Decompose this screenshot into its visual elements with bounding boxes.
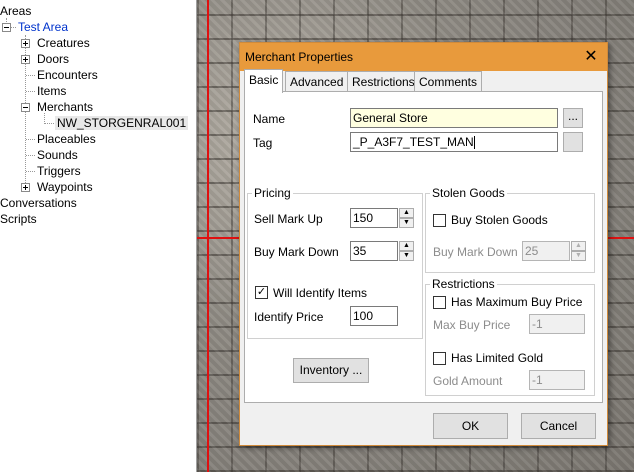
max-buy-label: Has Maximum Buy Price [451,295,583,309]
limited-gold-label: Has Limited Gold [451,351,544,365]
dialog-titlebar[interactable]: Merchant Properties ✕ [240,43,607,71]
buy-stolen-label: Buy Stolen Goods [451,213,548,227]
tree-connector [26,75,35,76]
tree-connector [26,139,35,140]
tab-advanced[interactable]: Advanced [285,71,349,92]
pricing-group: Pricing Sell Mark Up 150 ▲ ▼ Buy Mark Dow… [247,186,423,339]
tree-item-creatures[interactable]: Creatures [37,35,90,51]
tree-item-merchants[interactable]: Merchants [37,99,93,115]
basic-tab-pane: Name General Store ... Tag _P_A3F7_TEST_… [244,91,603,403]
stolen-goods-group: Stolen Goods Buy Stolen Goods Buy Mark D… [425,186,595,273]
name-input[interactable]: General Store [350,108,558,128]
stolen-markdown-label: Buy Mark Down [433,245,518,259]
tag-value: _P_A3F7_TEST_MAN [353,135,474,149]
spin-up-icon[interactable]: ▲ [399,208,414,218]
area-tree-panel[interactable]: Areas Test Area Creatures Doors Encounte… [0,0,197,472]
tree-item-items[interactable]: Items [37,83,66,99]
grid-line-vertical [207,0,209,472]
gold-amount-input[interactable]: -1 [529,370,585,390]
spin-down-icon[interactable]: ▼ [399,251,414,261]
max-buy-price-input[interactable]: -1 [529,314,585,334]
identify-price-label: Identify Price [254,310,324,324]
will-identify-label: Will Identify Items [273,286,368,300]
pricing-group-title: Pricing [252,186,293,200]
tree-item-areas[interactable]: Areas [0,3,31,19]
limited-gold-checkbox[interactable] [433,352,446,365]
tree-item-sounds[interactable]: Sounds [37,147,78,163]
collapse-icon[interactable] [21,103,30,112]
identify-price-input[interactable]: 100 [350,306,398,326]
will-identify-checkbox[interactable]: ✓ [255,286,268,299]
tree-connector [26,91,35,92]
ok-button[interactable]: OK [433,413,508,439]
name-label: Name [253,112,286,126]
restrictions-group-title: Restrictions [430,277,497,291]
spin-up-icon[interactable]: ▲ [571,241,586,251]
tag-button[interactable] [563,132,583,152]
tree-connector [45,123,54,124]
tree-connector [11,27,16,28]
cancel-button[interactable]: Cancel [521,413,596,439]
tag-input[interactable]: _P_A3F7_TEST_MAN [350,132,558,152]
spin-down-icon[interactable]: ▼ [571,251,586,261]
spin-up-icon[interactable]: ▲ [399,241,414,251]
collapse-icon[interactable] [2,23,11,32]
tree-item-conversations[interactable]: Conversations [0,195,77,211]
name-localize-button[interactable]: ... [563,108,583,128]
gold-amount-label: Gold Amount [433,374,503,388]
expand-icon[interactable] [21,39,30,48]
tab-comments[interactable]: Comments [414,71,483,92]
buy-markdown-input[interactable]: 35 [350,241,398,261]
tree-item-waypoints[interactable]: Waypoints [37,179,93,195]
expand-icon[interactable] [21,55,30,64]
buy-markdown-label: Buy Mark Down [254,245,339,259]
stolen-markdown-input[interactable]: 25 [522,241,570,261]
max-buy-checkbox[interactable] [433,296,446,309]
tag-label: Tag [253,136,273,150]
grid-line-horizontal [197,237,242,239]
buy-markdown-spinner[interactable]: ▲ ▼ [399,241,414,261]
tree-item-triggers[interactable]: Triggers [37,163,81,179]
stolen-goods-group-title: Stolen Goods [430,186,507,200]
tree-connector [26,171,35,172]
sell-markup-label: Sell Mark Up [254,212,323,226]
inventory-button[interactable]: Inventory ... [293,358,369,383]
tree-item-doors[interactable]: Doors [37,51,69,67]
tree-connector [26,155,35,156]
grid-line-horizontal [607,237,634,239]
dialog-title: Merchant Properties [245,50,354,64]
merchant-store-label: NW_STORGENRAL001 [55,116,189,130]
max-buy-price-label: Max Buy Price [433,318,511,332]
tree-item-encounters[interactable]: Encounters [37,67,98,83]
buy-stolen-checkbox[interactable] [433,214,446,227]
spin-down-icon[interactable]: ▼ [399,218,414,228]
tree-item-placeables[interactable]: Placeables [37,131,96,147]
tree-item-scripts[interactable]: Scripts [0,211,37,227]
text-caret [473,136,475,150]
merchant-properties-dialog: Merchant Properties ✕ Basic Advanced Res… [239,42,608,446]
tree-item-merchant-store[interactable]: NW_STORGENRAL001 [55,115,189,131]
expand-icon[interactable] [21,183,30,192]
tree-item-test-area[interactable]: Test Area [18,19,68,35]
tab-restrictions[interactable]: Restrictions [347,71,420,92]
stolen-markdown-spinner[interactable]: ▲ ▼ [571,241,586,261]
tab-basic[interactable]: Basic [244,69,284,93]
restrictions-group: Restrictions Has Maximum Buy Price Max B… [425,277,595,396]
sell-markup-spinner[interactable]: ▲ ▼ [399,208,414,228]
close-icon[interactable]: ✕ [581,47,601,67]
sell-markup-input[interactable]: 150 [350,208,398,228]
